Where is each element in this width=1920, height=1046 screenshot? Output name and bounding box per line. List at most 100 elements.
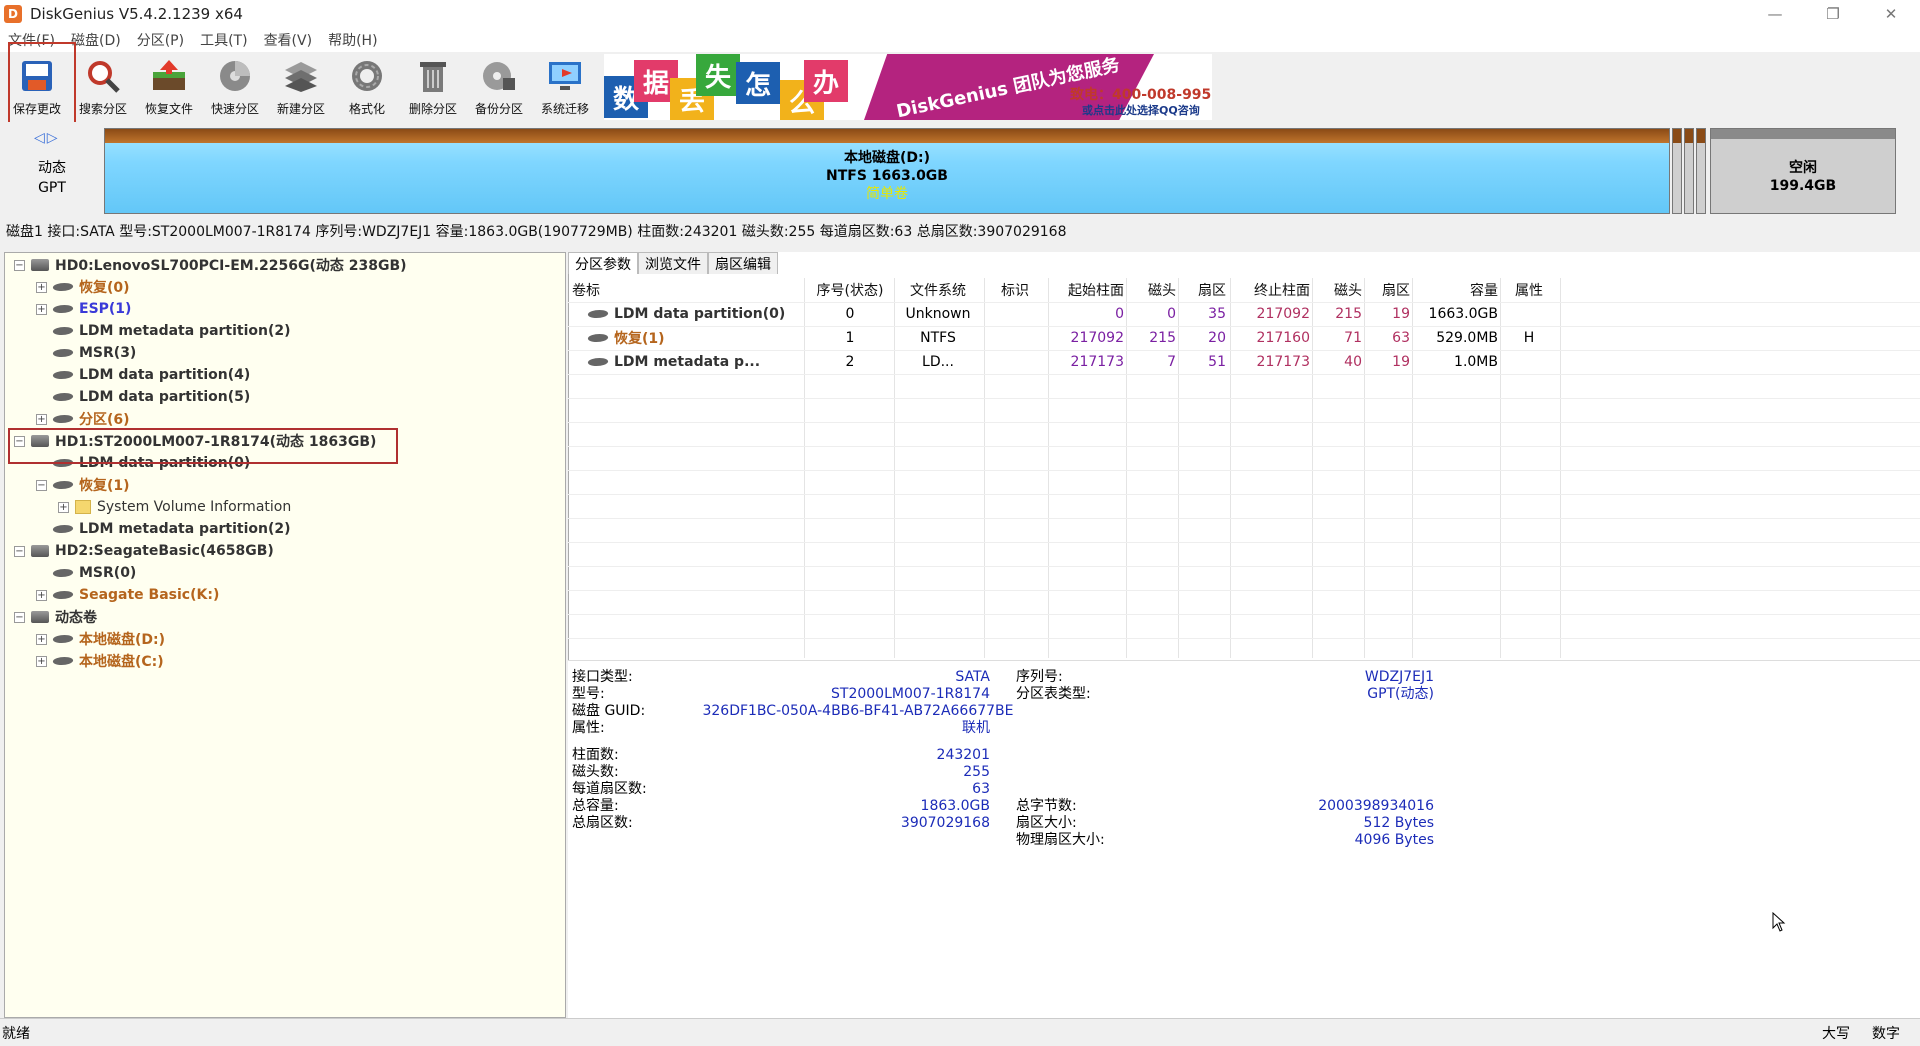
disk-type-label: 动态 GPT — [32, 158, 72, 198]
column-header[interactable]: 属性 — [1502, 278, 1556, 302]
cell-end-cyl: 217160 — [1256, 330, 1310, 346]
search-icon — [83, 56, 123, 96]
maximize-button[interactable]: ❐ — [1804, 0, 1862, 28]
expand-icon[interactable]: + — [36, 413, 47, 425]
cell-start-sec: 51 — [1208, 354, 1226, 370]
cell-start-head: 7 — [1167, 354, 1176, 370]
tree-node[interactable]: + ESP(1) — [36, 298, 131, 320]
collapse-icon[interactable]: − — [14, 611, 25, 623]
tree-node[interactable]: + 本地磁盘(D:) — [36, 628, 165, 650]
menu-partition[interactable]: 分区(P) — [129, 30, 192, 50]
tree-node[interactable]: + 本地磁盘(C:) — [36, 650, 164, 672]
table-row[interactable]: LDM metadata p... 2 LD... 217173 7 51 217173 40… — [568, 350, 1920, 374]
partition-block-recovery[interactable] — [1672, 128, 1682, 214]
quick-partition-button[interactable]: 快速分区 — [202, 52, 268, 118]
recover-file-label: 恢复文件 — [144, 102, 193, 116]
cell-start-head: 215 — [1149, 330, 1176, 346]
tree-node[interactable]: MSR(0) — [36, 562, 136, 584]
window-title: DiskGenius V5.4.2.1239 x64 — [30, 5, 243, 23]
expand-icon[interactable]: + — [36, 655, 47, 667]
column-header[interactable]: 文件系统 — [896, 278, 980, 302]
tab-sector-editor[interactable]: 扇区编辑 — [708, 252, 778, 274]
tree-node[interactable]: − 动态卷 — [14, 606, 97, 628]
column-header[interactable]: 标识 — [986, 278, 1044, 302]
collapse-icon[interactable]: − — [14, 545, 25, 557]
column-header[interactable]: 终止柱面 — [1230, 278, 1310, 302]
cell-fs: Unknown — [905, 306, 971, 322]
tree-node[interactable]: LDM metadata partition(2) — [36, 518, 291, 540]
partition-icon — [51, 591, 75, 599]
new-partition-button[interactable]: 新建分区 — [268, 52, 334, 118]
tree-node[interactable]: MSR(3) — [36, 342, 136, 364]
partition-icon — [51, 569, 75, 577]
partition-block-fs-size: NTFS 1663.0GB — [826, 168, 948, 184]
app-logo-icon: D — [4, 5, 22, 23]
service-banner[interactable]: 数 据 丢 失 怎 么 办 DiskGenius 团队为您服务 致电：400-0… — [604, 54, 1212, 120]
cell-start-cyl: 217092 — [1070, 330, 1124, 346]
menu-view[interactable]: 查看(V) — [256, 30, 321, 50]
tree-node[interactable]: + 分区(6) — [36, 408, 130, 430]
tab-browse-files[interactable]: 浏览文件 — [638, 252, 708, 274]
cell-label-text: LDM data partition(0) — [614, 306, 786, 322]
cell-attr — [1502, 350, 1556, 374]
tree-node[interactable]: + 恢复(0) — [36, 276, 130, 298]
minimize-button[interactable]: — — [1746, 0, 1804, 28]
expand-icon[interactable]: + — [36, 303, 47, 315]
disk-type-dynamic: 动态 — [38, 160, 66, 176]
free-space-block[interactable]: 空闲 199.4GB — [1710, 128, 1896, 214]
expand-icon[interactable]: + — [36, 589, 47, 601]
tree-node[interactable]: + System Volume Information — [58, 496, 291, 518]
partition-block-d[interactable]: 本地磁盘(D:) NTFS 1663.0GB 简单卷 — [104, 128, 1670, 214]
delete-partition-button[interactable]: 删除分区 — [400, 52, 466, 118]
column-header[interactable]: 磁头 — [1128, 278, 1176, 302]
tab-partition-params[interactable]: 分区参数 — [568, 252, 638, 274]
search-partition-button[interactable]: 搜索分区 — [70, 52, 136, 118]
backup-partition-icon — [479, 56, 519, 96]
menu-tools[interactable]: 工具(T) — [192, 30, 255, 50]
column-header[interactable]: 卷标 — [572, 278, 792, 302]
close-button[interactable]: ✕ — [1862, 0, 1920, 28]
table-row[interactable]: 恢复(1) 1 NTFS 217092 215 20 217160 71 63 529.0MB H — [568, 326, 1920, 350]
window-controls: — ❐ ✕ — [1746, 0, 1920, 28]
column-header[interactable]: 起始柱面 — [1052, 278, 1124, 302]
expand-icon[interactable]: + — [36, 633, 47, 645]
column-header[interactable]: 磁头 — [1314, 278, 1362, 302]
column-header[interactable]: 容量 — [1414, 278, 1498, 302]
tree-node-label: LDM data partition(4) — [79, 367, 251, 383]
disk-details: 接口类型: 序列号: 型号: 分区表类型: 磁盘 GUID: 属性: 柱面数: … — [568, 660, 1920, 1018]
tree-node[interactable]: − HD0:LenovoSL700PCI-EM.2256G(动态 238GB) — [14, 254, 407, 276]
system-migrate-button[interactable]: 系统迁移 — [532, 52, 598, 118]
column-header[interactable]: 扇区 — [1366, 278, 1410, 302]
column-header[interactable]: 扇区 — [1180, 278, 1226, 302]
mouse-cursor-icon — [1772, 912, 1786, 932]
recover-file-button[interactable]: 恢复文件 — [136, 52, 202, 118]
expand-icon[interactable]: + — [58, 501, 69, 513]
partition-block-metadata[interactable] — [1696, 128, 1706, 214]
tree-node[interactable]: − 恢复(1) — [36, 474, 130, 496]
tree-node[interactable]: LDM metadata partition(2) — [36, 320, 291, 342]
table-row[interactable]: LDM data partition(0) 0 Unknown 0 0 35 217092 2… — [568, 302, 1920, 326]
banner-qq-link[interactable]: 或点击此处选择QQ咨询 — [1082, 102, 1200, 118]
pt-type-value: GPT(动态) — [1367, 686, 1434, 702]
cell-fs: LD... — [922, 354, 954, 370]
tree-node[interactable]: LDM data partition(5) — [36, 386, 250, 408]
tree-node[interactable]: LDM data partition(4) — [36, 364, 250, 386]
format-button[interactable]: 格式化 — [334, 52, 400, 118]
tree-node[interactable]: − HD2:SeagateBasic(4658GB) — [14, 540, 274, 562]
partition-block-small[interactable] — [1684, 128, 1694, 214]
collapse-icon[interactable]: − — [14, 259, 25, 271]
cell-idx: 0 — [845, 306, 855, 322]
tree-node[interactable]: + Seagate Basic(K:) — [36, 584, 219, 606]
menu-help[interactable]: 帮助(H) — [320, 30, 385, 50]
backup-partition-button[interactable]: 备份分区 — [466, 52, 532, 118]
banner-phone: 致电：400-008-9958 — [1070, 87, 1212, 103]
collapse-icon[interactable]: − — [36, 479, 47, 491]
system-migrate-label: 系统迁移 — [540, 102, 589, 116]
tab-bar: 分区参数 浏览文件 扇区编辑 — [568, 252, 778, 274]
expand-icon[interactable]: + — [36, 281, 47, 293]
disk-nav-arrows[interactable]: ◁▷ — [34, 130, 60, 146]
cell-fs: NTFS — [920, 330, 956, 346]
column-header[interactable]: 序号(状态) — [808, 278, 892, 302]
